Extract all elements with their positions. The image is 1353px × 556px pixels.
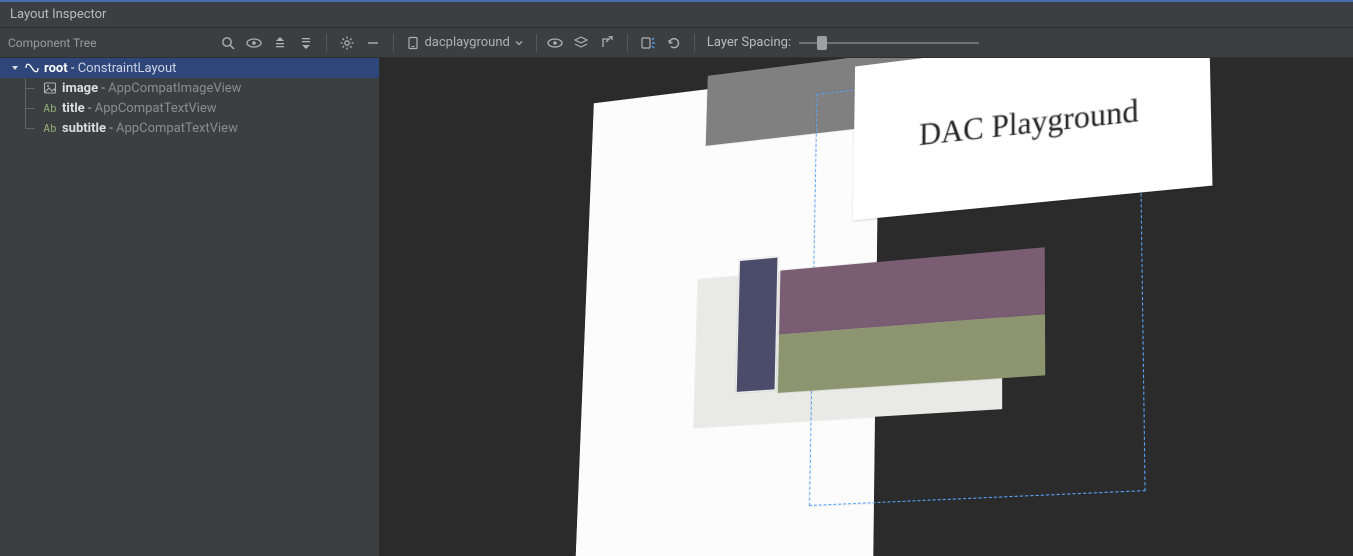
node-name: root bbox=[44, 61, 68, 76]
layer-navy-block[interactable] bbox=[735, 257, 778, 393]
device-icon bbox=[406, 36, 420, 50]
chevron-down-icon[interactable] bbox=[8, 63, 22, 73]
tree-node-root[interactable]: root - ConstraintLayout bbox=[0, 58, 379, 78]
component-tree-label: Component Tree bbox=[0, 36, 96, 50]
node-class: ConstraintLayout bbox=[78, 61, 177, 76]
refresh-icon[interactable] bbox=[662, 31, 686, 55]
collapse-all-icon[interactable] bbox=[294, 31, 318, 55]
toolbar: Component Tree dacplayground bbox=[0, 28, 1353, 58]
title-card-text: DAC Playground bbox=[918, 93, 1138, 154]
eye-icon[interactable] bbox=[242, 31, 266, 55]
tree-node-title[interactable]: Ab title - AppCompatTextView bbox=[0, 98, 379, 118]
export-icon[interactable] bbox=[595, 31, 619, 55]
gear-icon[interactable] bbox=[335, 31, 359, 55]
constraint-layout-icon bbox=[24, 60, 40, 76]
slider-thumb[interactable] bbox=[817, 36, 827, 50]
process-selector[interactable]: dacplayground bbox=[400, 31, 529, 55]
node-name: image bbox=[62, 81, 98, 96]
process-name: dacplayground bbox=[424, 35, 509, 50]
layer-spacing-slider[interactable] bbox=[799, 33, 979, 53]
tree-node-subtitle[interactable]: Ab subtitle - AppCompatTextView bbox=[0, 118, 379, 138]
isolate-view-icon[interactable] bbox=[543, 31, 567, 55]
image-icon bbox=[42, 80, 58, 96]
node-name: title bbox=[62, 101, 85, 116]
tree-node-image[interactable]: image - AppCompatImageView bbox=[0, 78, 379, 98]
node-class: AppCompatImageView bbox=[108, 81, 241, 96]
hide-panel-icon[interactable] bbox=[361, 31, 385, 55]
search-icon[interactable] bbox=[216, 31, 240, 55]
window-titlebar: Layout Inspector bbox=[0, 0, 1353, 28]
layer-title-card[interactable]: DAC Playground bbox=[852, 58, 1212, 220]
node-class: AppCompatTextView bbox=[116, 121, 238, 136]
node-class: AppCompatTextView bbox=[95, 101, 217, 116]
component-tree: root - ConstraintLayout image - AppCompa… bbox=[0, 58, 380, 556]
chevron-down-icon bbox=[514, 38, 524, 48]
layout-3d-canvas[interactable]: DAC Playground bbox=[380, 58, 1353, 556]
layers-icon[interactable] bbox=[569, 31, 593, 55]
node-name: subtitle bbox=[62, 121, 106, 136]
textview-icon: Ab bbox=[42, 120, 58, 136]
textview-icon: Ab bbox=[42, 100, 58, 116]
live-updates-icon[interactable] bbox=[636, 31, 660, 55]
layer-spacing-label: Layer Spacing: bbox=[707, 35, 791, 50]
expand-all-icon[interactable] bbox=[268, 31, 292, 55]
window-title: Layout Inspector bbox=[10, 7, 106, 22]
